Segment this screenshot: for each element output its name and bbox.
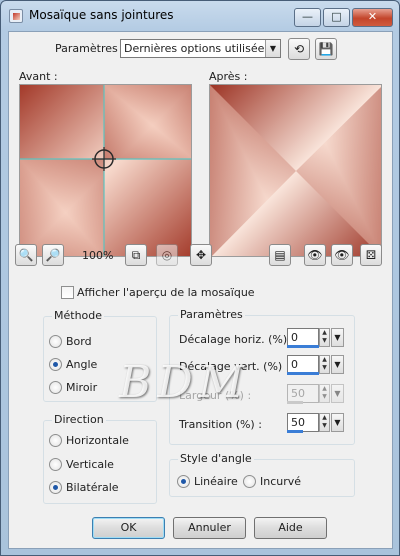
chevron-down-icon: ▼ bbox=[334, 418, 341, 427]
show-preview-button[interactable]: ▤ bbox=[269, 244, 291, 266]
window-title: Mosaïque sans jointures bbox=[29, 8, 174, 22]
corner-linear-radio[interactable] bbox=[177, 475, 190, 488]
maximize-button[interactable]: □ bbox=[323, 8, 350, 27]
method-miroir-radio[interactable] bbox=[49, 381, 62, 394]
corner-linear-label: Linéaire bbox=[194, 475, 238, 488]
refresh-icon: ⟲ bbox=[293, 42, 305, 56]
transition-label: Transition (%) : bbox=[179, 418, 262, 431]
help-button[interactable]: Aide bbox=[254, 517, 327, 539]
auto-proof-button[interactable]: 👁 bbox=[331, 244, 353, 266]
presets-label: Paramètres : bbox=[55, 42, 125, 55]
h-offset-slider[interactable] bbox=[287, 345, 319, 348]
dialog-window: Mosaïque sans jointures — □ ✕ Paramètres… bbox=[0, 0, 400, 556]
method-title: Méthode bbox=[52, 309, 105, 322]
direction-vertical-radio[interactable] bbox=[49, 458, 62, 471]
pan-button[interactable]: ✥ bbox=[190, 244, 212, 266]
method-miroir-label: Miroir bbox=[66, 381, 98, 394]
show-tiling-preview-label: Afficher l'aperçu de la mosaïque bbox=[77, 286, 255, 299]
v-offset-dropdown[interactable]: ▼ bbox=[331, 355, 344, 374]
presets-dropdown[interactable]: Dernières options utilisées ▼ bbox=[120, 39, 281, 58]
move-icon: ✥ bbox=[195, 248, 207, 262]
zoom-in-icon: 🔎 bbox=[45, 248, 61, 262]
corner-curved-radio[interactable] bbox=[243, 475, 256, 488]
chevron-down-icon: ▼ bbox=[334, 333, 341, 342]
title-bar[interactable]: Mosaïque sans jointures — □ ✕ bbox=[1, 1, 399, 31]
zoom-in-button[interactable]: 🔎 bbox=[42, 244, 64, 266]
method-angle-label: Angle bbox=[66, 358, 98, 371]
app-icon bbox=[9, 9, 23, 23]
transition-dropdown[interactable]: ▼ bbox=[331, 413, 344, 432]
direction-horizontal-radio[interactable] bbox=[49, 434, 62, 447]
after-preview-image bbox=[210, 85, 381, 256]
chevron-down-icon: ▼ bbox=[334, 389, 341, 398]
randomize-button[interactable]: ⚄ bbox=[360, 244, 382, 266]
preview-toggle-icon: ▤ bbox=[274, 248, 286, 262]
proof-button[interactable]: 👁 bbox=[304, 244, 326, 266]
chevron-down-icon: ▼ bbox=[265, 40, 280, 57]
minimize-button[interactable]: — bbox=[294, 8, 321, 27]
method-bord-radio[interactable] bbox=[49, 335, 62, 348]
direction-bilateral-label: Bilatérale bbox=[66, 481, 119, 494]
direction-title: Direction bbox=[52, 413, 106, 426]
ok-button[interactable]: OK bbox=[92, 517, 165, 539]
watermark-text: BDM bbox=[119, 357, 250, 408]
transition-slider[interactable] bbox=[287, 430, 303, 433]
v-offset-spinner[interactable]: ▲ ▼ bbox=[319, 355, 330, 374]
h-offset-spinner[interactable]: ▲ ▼ bbox=[319, 328, 330, 347]
reset-preset-button[interactable]: ⟲ bbox=[288, 38, 310, 60]
corner-style-title: Style d'angle bbox=[178, 452, 254, 465]
zoom-level: 100% bbox=[82, 249, 114, 262]
direction-vertical-label: Verticale bbox=[66, 458, 114, 471]
before-preview[interactable] bbox=[19, 84, 192, 257]
dialog-body: Paramètres : Dernières options utilisées… bbox=[8, 31, 393, 549]
close-button[interactable]: ✕ bbox=[352, 8, 393, 27]
save-preset-button[interactable]: 💾 bbox=[315, 38, 337, 60]
navigate-icon: ◎ bbox=[161, 248, 173, 262]
eye-icon: 👁 bbox=[334, 248, 350, 262]
save-icon: 💾 bbox=[318, 42, 334, 56]
corner-curved-label: Incurvé bbox=[260, 475, 302, 488]
show-tiling-preview-checkbox[interactable] bbox=[61, 286, 74, 299]
h-offset-dropdown[interactable]: ▼ bbox=[331, 328, 344, 347]
direction-horizontal-label: Horizontale bbox=[66, 434, 129, 447]
method-bord-label: Bord bbox=[66, 335, 92, 348]
after-preview bbox=[209, 84, 382, 257]
fit-window-icon: ⧉ bbox=[131, 248, 141, 262]
lock-zoom-button[interactable]: ◎ bbox=[156, 244, 178, 266]
presets-value: Dernières options utilisées bbox=[124, 42, 271, 55]
h-offset-label: Décalage horiz. (%) : bbox=[179, 333, 295, 346]
v-offset-slider[interactable] bbox=[287, 372, 319, 375]
zoom-to-fit-button[interactable]: ⧉ bbox=[125, 244, 147, 266]
width-dropdown[interactable]: ▼ bbox=[331, 384, 344, 403]
transition-spinner[interactable]: ▲ ▼ bbox=[319, 413, 330, 432]
before-label: Avant : bbox=[19, 70, 58, 83]
method-angle-radio[interactable] bbox=[49, 358, 62, 371]
parameters-title: Paramètres bbox=[178, 308, 245, 321]
zoom-out-icon: 🔍 bbox=[18, 248, 34, 262]
width-spinner[interactable]: ▲ ▼ bbox=[319, 384, 330, 403]
width-slider[interactable] bbox=[287, 401, 303, 404]
chevron-down-icon: ▼ bbox=[334, 360, 341, 369]
zoom-out-button[interactable]: 🔍 bbox=[15, 244, 37, 266]
cancel-button[interactable]: Annuler bbox=[173, 517, 246, 539]
dice-icon: ⚄ bbox=[365, 248, 377, 262]
before-preview-image bbox=[20, 85, 191, 256]
after-label: Après : bbox=[209, 70, 248, 83]
eye-lock-icon: 👁 bbox=[307, 248, 323, 262]
direction-bilateral-radio[interactable] bbox=[49, 481, 62, 494]
